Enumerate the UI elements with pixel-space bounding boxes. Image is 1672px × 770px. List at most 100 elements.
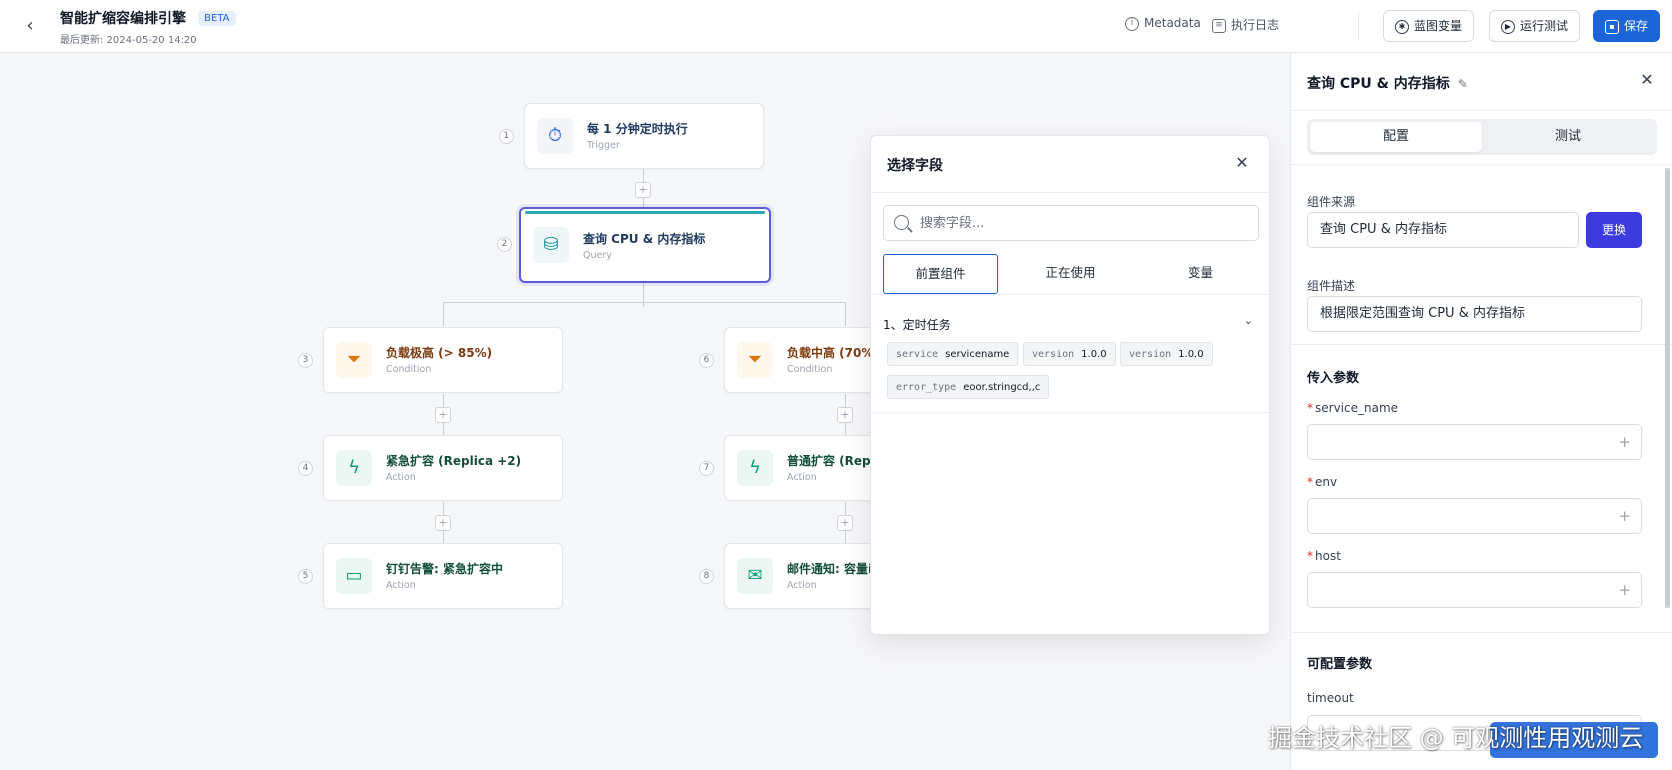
node-type: Action (386, 580, 416, 591)
chip-key: error_type (896, 382, 957, 393)
connector-line (443, 302, 845, 303)
app-title: 智能扩缩容编排引擎 (60, 11, 186, 27)
bolt-icon: ϟ (336, 450, 372, 486)
node-query[interactable]: ⛁ 查询 CPU & 内存指标 Query (519, 207, 771, 283)
add-node-button[interactable]: + (435, 515, 451, 531)
node-title: 每 1 分钟定时执行 (587, 122, 688, 136)
tab-test[interactable]: 测试 (1482, 122, 1654, 152)
chevron-down-icon[interactable]: ⌄ (1244, 314, 1253, 327)
node-number: 7 (699, 461, 714, 476)
close-icon[interactable]: ✕ (1231, 152, 1253, 174)
divider (871, 412, 1269, 413)
run-test-button[interactable]: ▶ 运行测试 (1489, 10, 1581, 42)
tab-variables[interactable]: 变量 (1143, 254, 1258, 294)
chip-value: eoor.stringcd,,c (963, 382, 1041, 393)
chevron-left-icon[interactable]: ‹ (20, 14, 40, 38)
popup-title: 选择字段 (887, 158, 943, 174)
panel-title-text: 查询 CPU & 内存指标 (1307, 76, 1450, 92)
param-label: * env (1307, 475, 1337, 489)
chip-value: 1.0.0 (1178, 349, 1204, 360)
node-config-panel: 查询 CPU & 内存指标 ✎ ✕ 配置 测试 组件来源 查询 CPU & 内存指… (1290, 53, 1672, 770)
info-icon: i (1125, 16, 1139, 31)
watermark-text: 掘金技术社区 @ 可观测性用观测云 (1268, 724, 1644, 752)
save-label: 保存 (1624, 19, 1649, 33)
node-condition[interactable]: ⏷ 负载极高 (> 85%) Condition (323, 327, 563, 393)
group-header[interactable]: 1、定时任务 (883, 316, 951, 333)
node-number: 8 (699, 569, 714, 584)
execution-log-label: 执行日志 (1231, 18, 1280, 32)
node-title: 钉钉告警: 紧急扩容中 (386, 562, 503, 576)
param-label: * service_name (1307, 401, 1398, 415)
chip-key: service (896, 349, 939, 360)
panel-scrollbar[interactable] (1665, 168, 1670, 608)
divider (871, 294, 1269, 295)
workflow-canvas[interactable]: + + + + + 1 ⏱ 每 1 分钟定时执行 Trigger 2 ⛁ 查询 … (0, 53, 1290, 770)
swap-button[interactable]: 更换 (1586, 212, 1642, 248)
required-mark: * (1307, 549, 1313, 563)
plus-icon[interactable]: + (1618, 499, 1631, 533)
panel-tabs: 配置 测试 (1307, 119, 1657, 155)
field-chip[interactable]: version 1.0.0 (1120, 342, 1213, 366)
node-type: Condition (386, 364, 432, 375)
divider (1291, 632, 1672, 633)
save-button[interactable]: ▪ 保存 (1593, 10, 1661, 42)
description-label: 组件描述 (1307, 279, 1356, 293)
divider (871, 192, 1269, 193)
tab-upstream[interactable]: 前置组件 (883, 254, 998, 294)
field-search-input[interactable] (920, 212, 1250, 234)
source-field[interactable]: 查询 CPU & 内存指标 (1307, 212, 1579, 248)
message-icon: ▭ (336, 558, 372, 594)
tab-in-use[interactable]: 正在使用 (1013, 254, 1128, 294)
field-chip[interactable]: version 1.0.0 (1023, 342, 1116, 366)
node-trigger[interactable]: ⏱ 每 1 分钟定时执行 Trigger (524, 103, 764, 169)
node-number: 3 (298, 353, 313, 368)
log-icon: ≡ (1212, 18, 1226, 33)
add-node-button[interactable]: + (635, 182, 651, 198)
node-type: Action (386, 472, 416, 483)
chip-key: version (1129, 349, 1172, 360)
input-params-title: 传入参数 (1307, 371, 1360, 386)
panel-title: 查询 CPU & 内存指标 ✎ (1307, 73, 1468, 93)
execution-log-link[interactable]: ≡ 执行日志 (1212, 16, 1279, 33)
select-field-popup: 选择字段 ✕ 前置组件 正在使用 变量 1、定时任务 ⌄ serviceserv… (870, 135, 1270, 635)
timer-icon: ⏱ (537, 118, 573, 154)
add-node-button[interactable]: + (837, 515, 853, 531)
add-node-button[interactable]: + (435, 407, 451, 423)
field-chip[interactable]: error_type eoor.stringcd,,c (887, 375, 1050, 399)
beta-badge: BETA (198, 10, 236, 26)
field-search[interactable] (883, 205, 1259, 241)
node-type: Trigger (587, 140, 620, 151)
tab-config[interactable]: 配置 (1310, 122, 1482, 152)
node-title: 普通扩容 (Repl (787, 454, 875, 468)
close-icon[interactable]: ✕ (1636, 69, 1658, 91)
param-service-name-field[interactable]: + (1307, 424, 1642, 460)
plus-icon[interactable]: + (1618, 573, 1631, 607)
node-number: 4 (298, 461, 313, 476)
description-field[interactable]: 根据限定范围查询 CPU & 内存指标 (1307, 296, 1642, 332)
node-title: 负载极高 (> 85%) (386, 346, 493, 360)
configurable-params-title: 可配置参数 (1307, 657, 1373, 672)
metadata-label: Metadata (1144, 16, 1201, 30)
search-icon (894, 215, 909, 230)
gear-icon: ✱ (1395, 19, 1409, 34)
source-label: 组件来源 (1307, 195, 1356, 209)
field-chip[interactable]: service servicename (887, 342, 1019, 366)
plus-icon[interactable]: + (1618, 425, 1631, 459)
blueprint-vars-button[interactable]: ✱ 蓝图变量 (1383, 10, 1475, 42)
edit-icon[interactable]: ✎ (1458, 77, 1468, 91)
connector-line (443, 302, 444, 326)
param-env-field[interactable]: + (1307, 498, 1642, 534)
top-header: ‹ 智能扩缩容编排引擎 BETA 最后更新: 2024-05-20 14:20 … (0, 0, 1672, 53)
node-title: 负载中高 (70% (787, 346, 874, 360)
node-number: 5 (298, 569, 313, 584)
metadata-link[interactable]: i Metadata (1125, 16, 1201, 31)
node-title: 紧急扩容 (Replica +2) (386, 454, 522, 468)
param-host-field[interactable]: + (1307, 572, 1642, 608)
node-action[interactable]: ϟ 紧急扩容 (Replica +2) Action (323, 435, 563, 501)
node-type: Action (787, 580, 817, 591)
divider (1291, 110, 1672, 111)
node-action[interactable]: ▭ 钉钉告警: 紧急扩容中 Action (323, 543, 563, 609)
add-node-button[interactable]: + (837, 407, 853, 423)
node-type: Query (583, 250, 612, 261)
param-label: * host (1307, 549, 1341, 563)
